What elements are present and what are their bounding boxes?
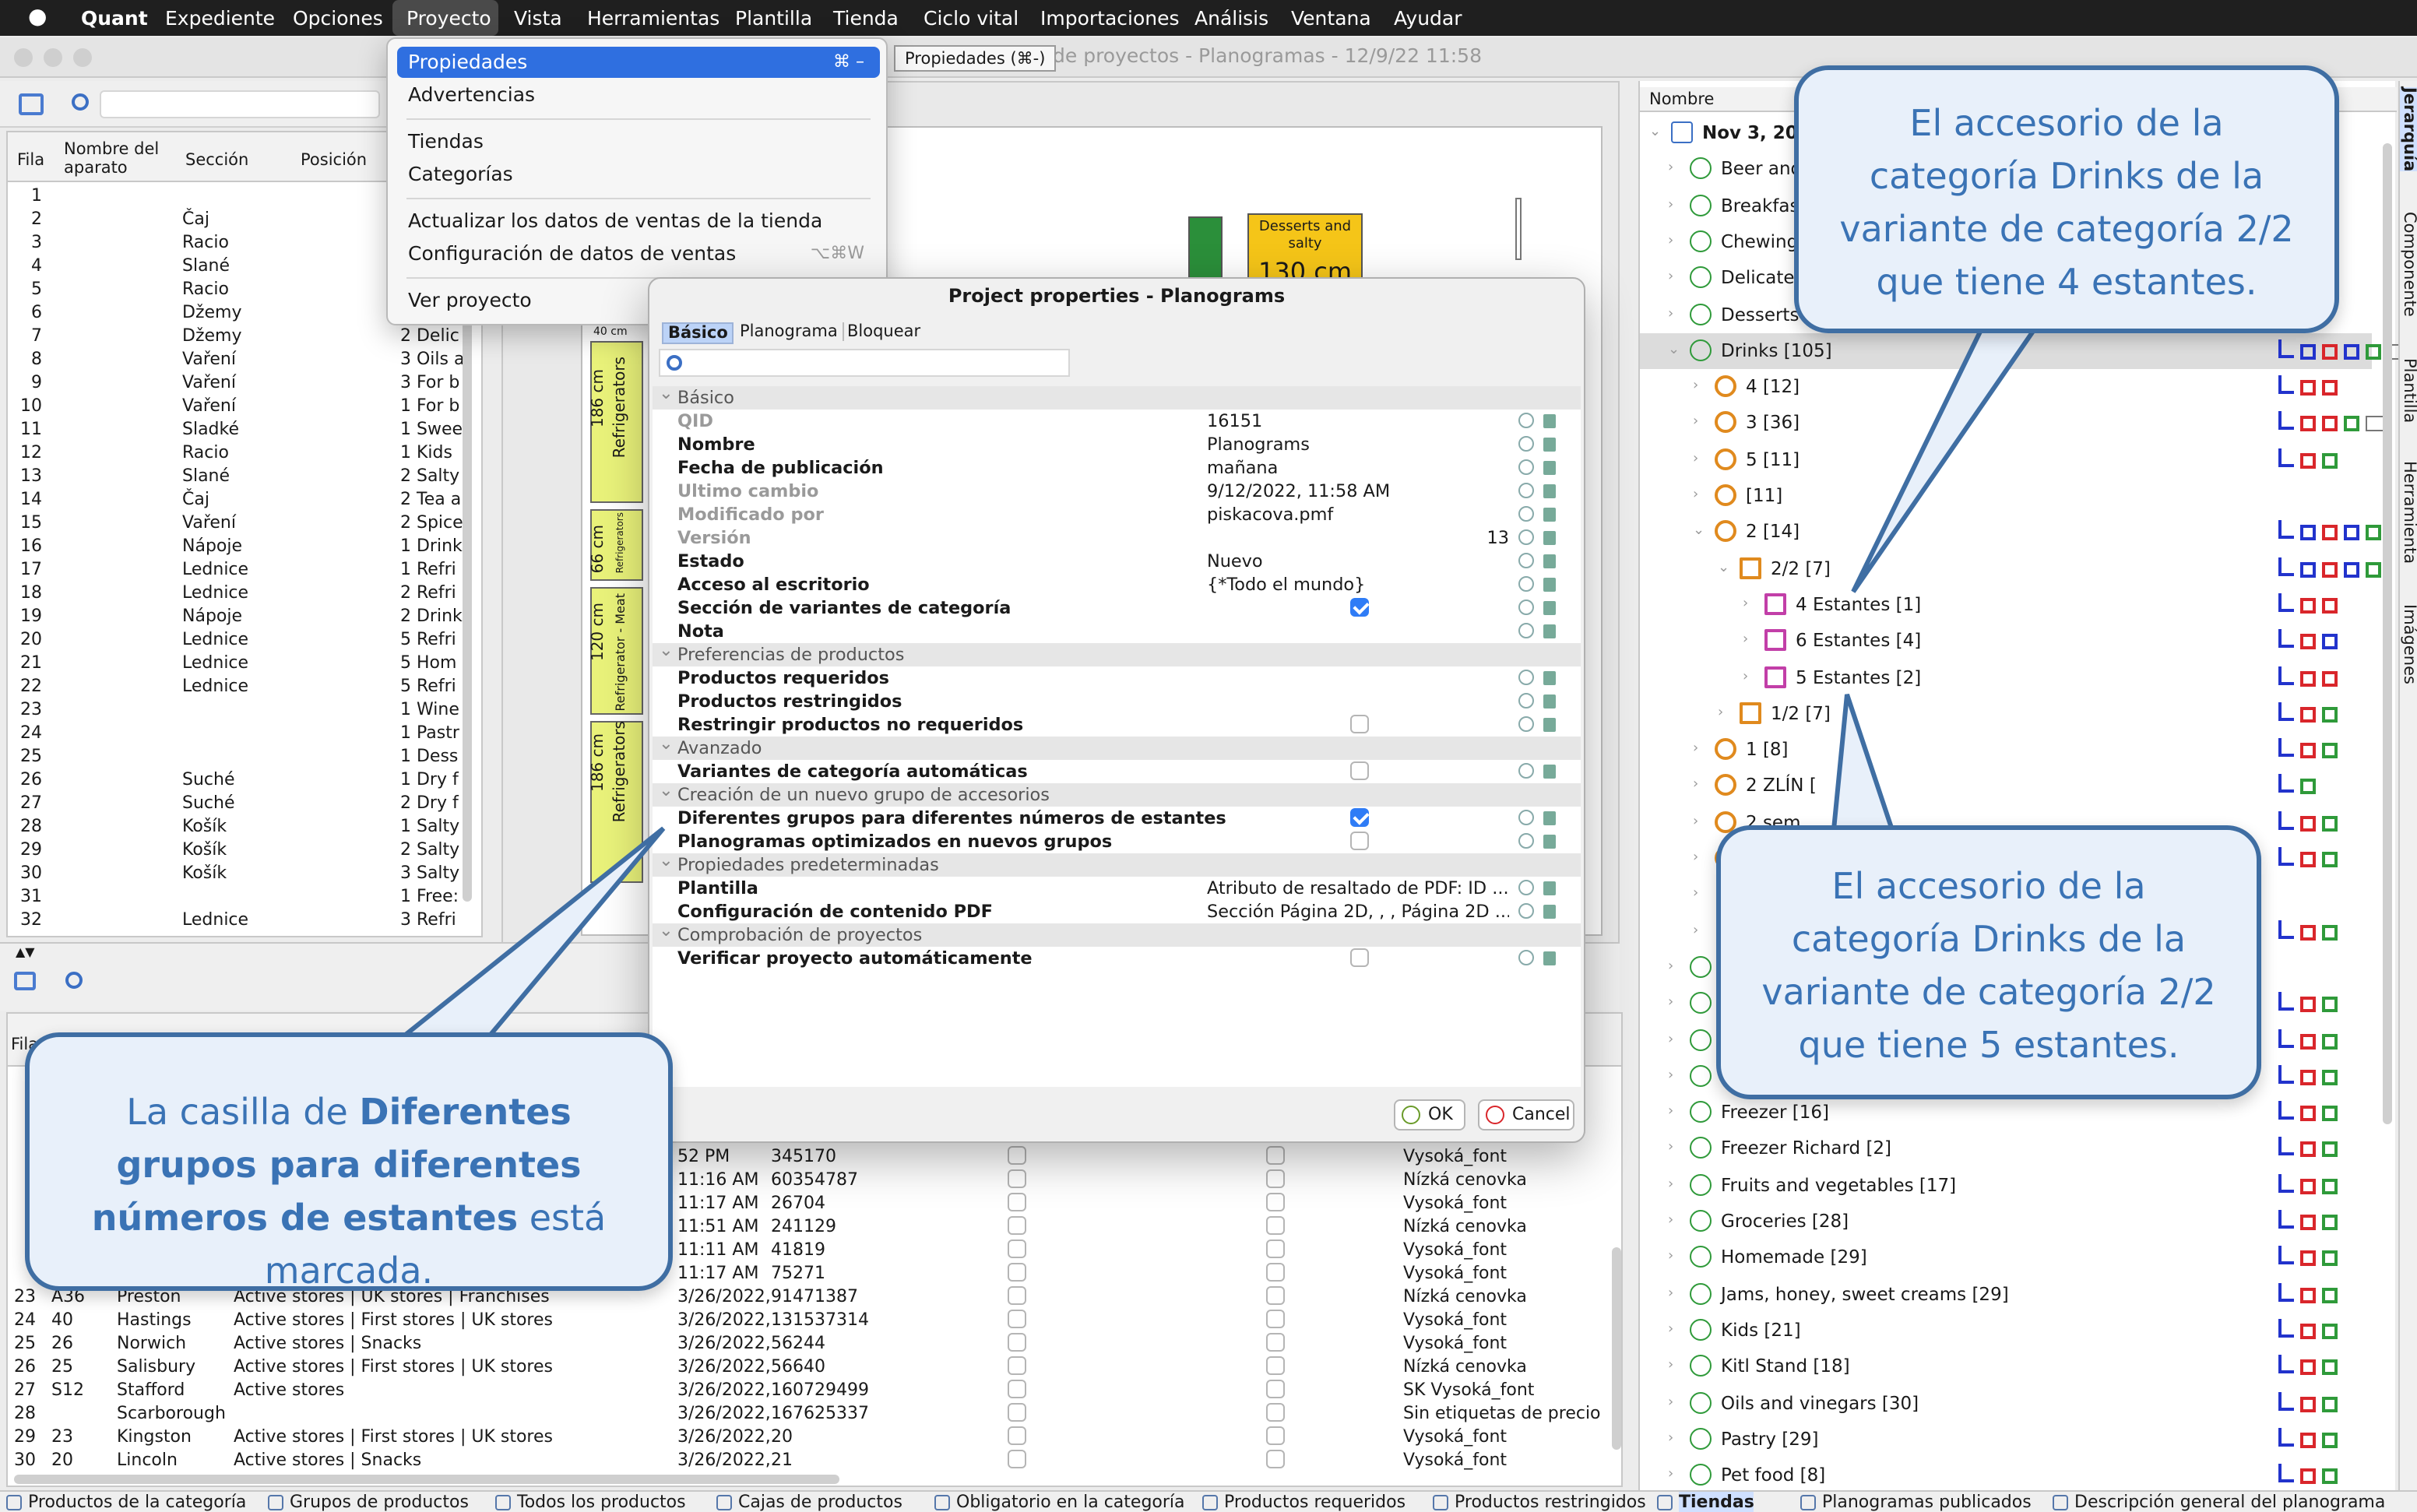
tab-icon (934, 1495, 950, 1510)
bottom-tab[interactable]: Productos requeridos (1224, 1492, 1406, 1512)
callout-left-text-1: La casilla de (126, 1093, 360, 1134)
callout-top-right: El accesorio de la categoría Drinks de l… (1794, 65, 2339, 333)
tab-icon (6, 1495, 22, 1510)
tab-icon (2053, 1495, 2068, 1510)
tab-icon (716, 1495, 732, 1510)
tab-icon (495, 1495, 511, 1510)
callout-left: La casilla de Diferentes grupos para dif… (25, 1032, 673, 1292)
tab-icon (1657, 1495, 1673, 1510)
tab-icon (1202, 1495, 1218, 1510)
bottom-tab[interactable]: Cajas de productos (738, 1492, 902, 1512)
tab-icon (1800, 1495, 1816, 1510)
bottom-tab[interactable]: Descripción general del planograma (2074, 1492, 2385, 1512)
bottom-tab[interactable]: Productos de la categoría (28, 1492, 246, 1512)
bottom-tab[interactable]: Tiendas (1679, 1492, 1754, 1512)
tab-icon (268, 1495, 283, 1510)
bottom-tab[interactable]: Obligatorio en la categoría (956, 1492, 1185, 1512)
bottom-tab-bar: Productos de la categoría Grupos de produ… (0, 1490, 2417, 1512)
bottom-tab[interactable]: Planogramas publicados (1822, 1492, 2032, 1512)
tab-icon (1433, 1495, 1448, 1510)
callout-pointer-left (392, 826, 666, 1043)
callout-pointer-top (1851, 328, 2039, 593)
callout-mid-right: El accesorio de la categoría Drinks de l… (1716, 825, 2261, 1099)
bottom-tab[interactable]: Grupos de productos (290, 1492, 469, 1512)
bottom-tab[interactable]: Todos los productos (517, 1492, 686, 1512)
bottom-tab[interactable]: Productos restringidos (1455, 1492, 1646, 1512)
